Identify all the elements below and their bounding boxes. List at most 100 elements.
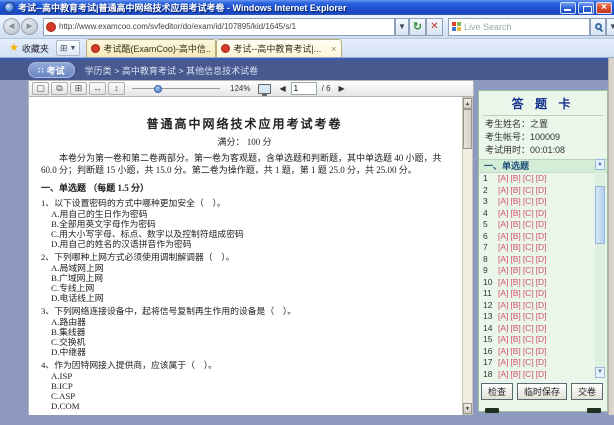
restore-button[interactable] [578, 2, 594, 14]
answer-option-b[interactable]: [B] [510, 334, 520, 346]
address-input[interactable] [59, 22, 392, 31]
answer-option-c[interactable]: [C] [523, 369, 534, 381]
answer-option-a[interactable]: [A] [498, 369, 508, 381]
answer-option-c[interactable]: [C] [523, 323, 534, 335]
answer-option-a[interactable]: [A] [498, 185, 508, 197]
grid-view-icon[interactable]: ⊞ [70, 82, 87, 95]
fit-height-icon[interactable]: ↕ [108, 82, 125, 95]
facing-pages-view-icon[interactable]: ⧉ [51, 82, 68, 95]
answer-option-b[interactable]: [B] [510, 242, 520, 254]
address-dropdown-icon[interactable]: ▼ [395, 18, 409, 36]
browser-scrollbar[interactable] [608, 58, 614, 415]
answer-option-b[interactable]: [B] [510, 173, 520, 185]
answer-option-a[interactable]: [A] [498, 334, 508, 346]
answer-option-b[interactable]: [B] [510, 288, 520, 300]
tab-examcoo-home[interactable]: 考试酷(ExamCoo)-高中信... [86, 39, 216, 57]
answer-option-b[interactable]: [B] [510, 254, 520, 266]
single-page-view-icon[interactable]: ▢ [32, 82, 49, 95]
document-scrollbar[interactable]: ▲ ▼ [462, 97, 473, 415]
answer-option-d[interactable]: [D] [536, 208, 547, 220]
answer-option-c[interactable]: [C] [523, 288, 534, 300]
answer-option-d[interactable]: [D] [536, 231, 547, 243]
answer-option-b[interactable]: [B] [510, 346, 520, 358]
search-magnifier-icon[interactable] [590, 18, 606, 36]
answer-option-c[interactable]: [C] [523, 311, 534, 323]
forward-button[interactable]: ► [21, 18, 38, 35]
submit-paper-button[interactable]: 交卷 [571, 383, 603, 400]
answer-option-d[interactable]: [D] [536, 323, 547, 335]
answer-option-d[interactable]: [D] [536, 196, 547, 208]
answer-option-a[interactable]: [A] [498, 173, 508, 185]
answer-option-d[interactable]: [D] [536, 369, 547, 381]
answer-option-c[interactable]: [C] [523, 208, 534, 220]
answer-option-c[interactable]: [C] [523, 196, 534, 208]
previous-page-icon[interactable]: ◀ [276, 84, 288, 93]
answer-option-b[interactable]: [B] [510, 311, 520, 323]
answer-option-a[interactable]: [A] [498, 219, 508, 231]
scroll-down-icon[interactable]: ▼ [463, 403, 472, 414]
answer-option-a[interactable]: [A] [498, 231, 508, 243]
answer-option-a[interactable]: [A] [498, 300, 508, 312]
quick-tabs-button[interactable]: ⊞ ▼ [56, 40, 80, 56]
zoom-slider[interactable] [132, 82, 220, 95]
answer-option-a[interactable]: [A] [498, 254, 508, 266]
answer-option-b[interactable]: [B] [510, 231, 520, 243]
tab-close-icon[interactable]: × [330, 44, 337, 54]
minimize-button[interactable] [560, 2, 576, 14]
answer-option-a[interactable]: [A] [498, 196, 508, 208]
answer-option-a[interactable]: [A] [498, 242, 508, 254]
check-button[interactable]: 检查 [481, 383, 513, 400]
answer-option-c[interactable]: [C] [523, 357, 534, 369]
answer-option-a[interactable]: [A] [498, 265, 508, 277]
search-options-dropdown-icon[interactable]: ▼ [606, 18, 614, 36]
fit-width-icon[interactable]: ↔ [89, 82, 106, 95]
answer-option-c[interactable]: [C] [523, 173, 534, 185]
answer-option-b[interactable]: [B] [510, 185, 520, 197]
answer-scroll-up-icon[interactable]: ▲ [595, 159, 605, 170]
answer-option-d[interactable]: [D] [536, 357, 547, 369]
stop-icon[interactable]: ✕ [426, 18, 443, 36]
scroll-up-icon[interactable]: ▲ [463, 98, 472, 109]
page-number-input[interactable] [291, 82, 317, 95]
answer-option-b[interactable]: [B] [510, 196, 520, 208]
answer-option-c[interactable]: [C] [523, 185, 534, 197]
answer-option-a[interactable]: [A] [498, 288, 508, 300]
search-input[interactable] [464, 22, 586, 32]
close-button[interactable] [596, 2, 612, 14]
next-page-icon[interactable]: ▶ [336, 84, 348, 93]
answer-option-a[interactable]: [A] [498, 357, 508, 369]
answer-option-c[interactable]: [C] [523, 277, 534, 289]
answer-scrollbar-thumb[interactable] [595, 186, 605, 244]
zoom-slider-thumb[interactable] [154, 85, 162, 93]
answer-option-d[interactable]: [D] [536, 242, 547, 254]
tab-exam-active[interactable]: 考试--高中教育考试|... × [216, 39, 342, 57]
answer-option-d[interactable]: [D] [536, 185, 547, 197]
answer-option-d[interactable]: [D] [536, 265, 547, 277]
answer-option-d[interactable]: [D] [536, 219, 547, 231]
answer-option-b[interactable]: [B] [510, 300, 520, 312]
answer-option-a[interactable]: [A] [498, 208, 508, 220]
answer-scroll-down-icon[interactable]: ▼ [595, 367, 605, 378]
answer-option-d[interactable]: [D] [536, 288, 547, 300]
answer-option-a[interactable]: [A] [498, 311, 508, 323]
answer-option-d[interactable]: [D] [536, 311, 547, 323]
address-bar[interactable] [43, 18, 395, 36]
favorites-button[interactable]: ★ 收藏夹 [4, 40, 54, 56]
exam-section-badge[interactable]: ∷ 考试 [28, 62, 75, 78]
answer-option-b[interactable]: [B] [510, 323, 520, 335]
answer-option-b[interactable]: [B] [510, 357, 520, 369]
search-box[interactable] [448, 18, 590, 36]
answer-option-d[interactable]: [D] [536, 254, 547, 266]
answer-option-c[interactable]: [C] [523, 265, 534, 277]
answer-option-b[interactable]: [B] [510, 277, 520, 289]
answer-option-d[interactable]: [D] [536, 334, 547, 346]
answer-option-c[interactable]: [C] [523, 254, 534, 266]
answer-option-b[interactable]: [B] [510, 369, 520, 381]
answer-option-b[interactable]: [B] [510, 265, 520, 277]
answer-option-c[interactable]: [C] [523, 334, 534, 346]
answer-option-c[interactable]: [C] [523, 242, 534, 254]
answer-option-d[interactable]: [D] [536, 173, 547, 185]
back-button[interactable]: ◄ [3, 18, 20, 35]
document-scrollbar-thumb[interactable] [463, 109, 472, 149]
fullscreen-icon[interactable] [258, 84, 271, 94]
